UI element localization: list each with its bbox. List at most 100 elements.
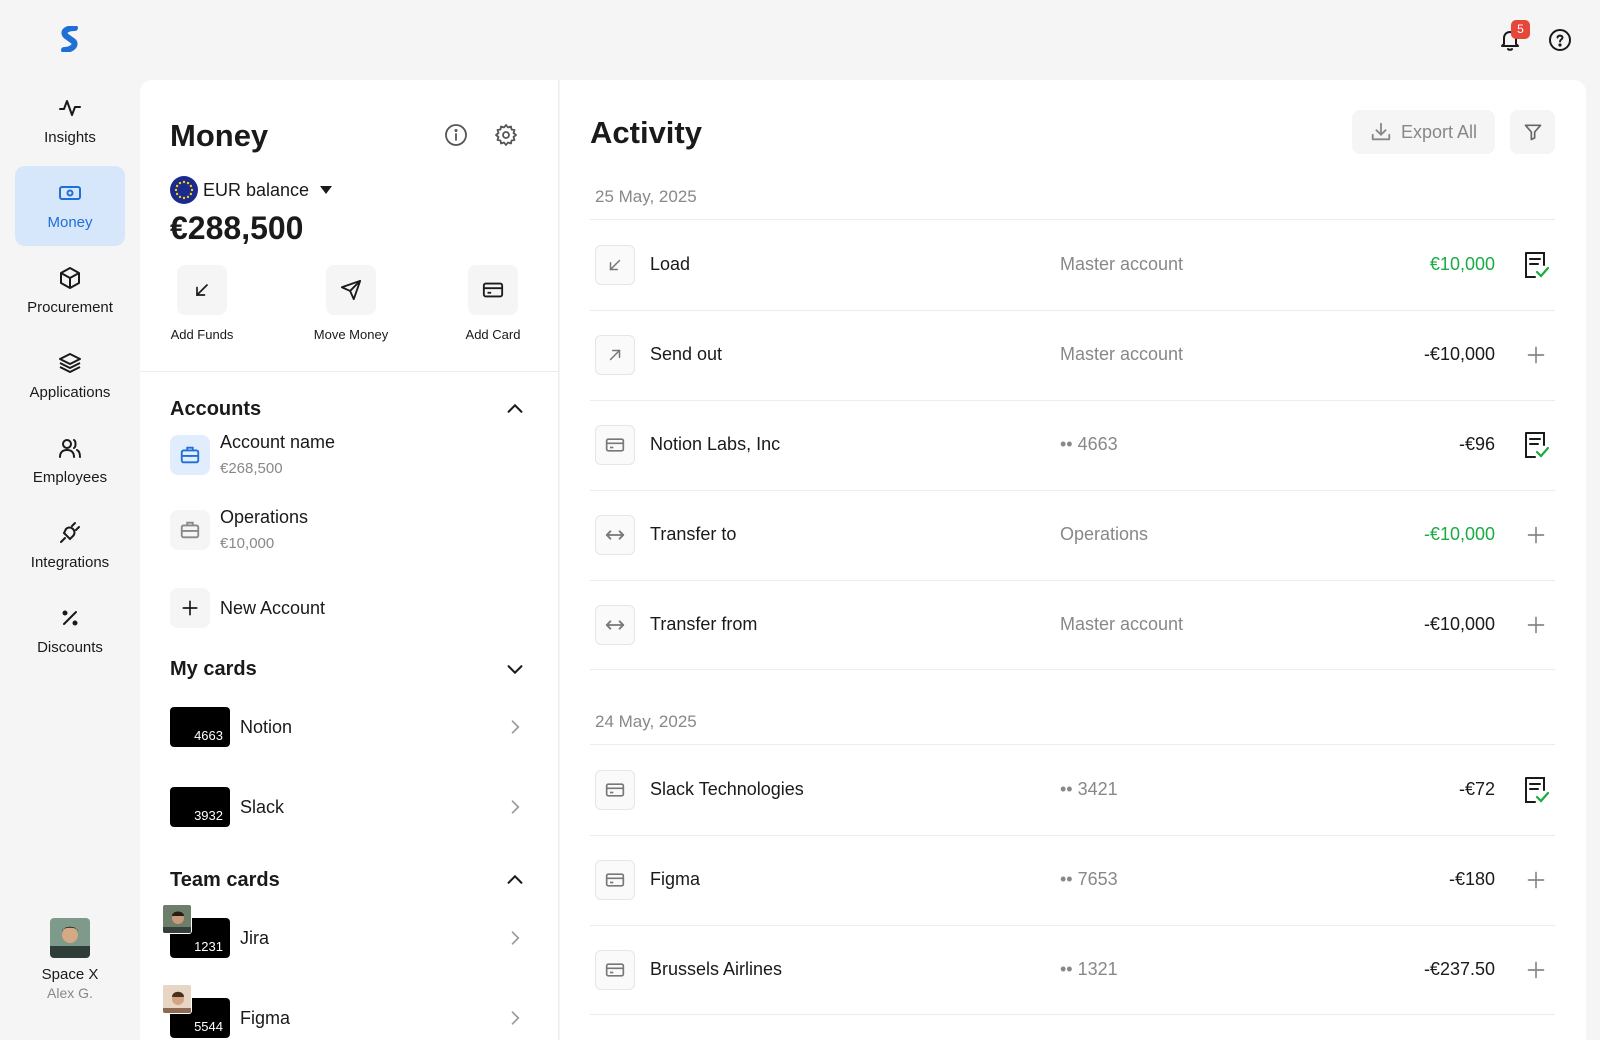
chevron-up-icon[interactable]	[504, 869, 526, 891]
move-money-button[interactable]: Move Money	[306, 265, 396, 342]
plus-icon[interactable]	[1522, 611, 1550, 639]
chevron-right-icon	[511, 1011, 520, 1025]
transaction-row[interactable]: Slack Technologies •• 3421 -€72	[590, 745, 1555, 835]
money-panel: Money EUR balance €288,500 Add Funds Mov…	[140, 80, 559, 1040]
gear-icon[interactable]	[494, 123, 518, 147]
transfer-icon	[605, 530, 625, 540]
tx-name: Load	[650, 254, 691, 274]
card-name: Jira	[240, 927, 270, 948]
chevron-down-icon[interactable]	[504, 658, 526, 680]
account-item[interactable]: Account name €268,500	[170, 432, 335, 477]
sidebar-item-employees[interactable]: Employees	[15, 421, 125, 501]
box-icon	[60, 267, 80, 289]
sidebar-item-label: Applications	[29, 384, 111, 401]
team-card-item-figma[interactable]: 5544 Figma	[162, 984, 525, 1038]
card-name: Figma	[240, 1007, 291, 1028]
chevron-up-icon[interactable]	[504, 398, 526, 420]
card-number: 1231	[194, 939, 223, 954]
transaction-row[interactable]: Figma •• 7653 -€180	[590, 835, 1555, 925]
sidebar-item-label: Discounts	[37, 639, 103, 656]
transaction-row[interactable]: Notion Labs, Inc •• 4663 -€96	[590, 400, 1555, 490]
arrow-down-left-icon	[609, 259, 621, 271]
tx-type-icon-wrap	[595, 950, 635, 990]
avatar	[162, 904, 192, 934]
currency-selector[interactable]: EUR balance	[170, 176, 333, 204]
tx-name: Send out	[650, 344, 723, 364]
tx-type-icon-wrap	[595, 335, 635, 375]
card-thumbnail: 4663	[170, 707, 230, 747]
divider	[140, 371, 558, 372]
tx-amount: -€180	[1448, 869, 1495, 889]
tx-source: •• 3421	[1060, 779, 1118, 799]
card-item-notion[interactable]: 4663 Notion	[170, 707, 525, 747]
chevron-right-icon	[511, 931, 520, 945]
transaction-row[interactable]: Brussels Airlines •• 1321 -€237.50	[590, 925, 1555, 1015]
tx-source: Operations	[1060, 524, 1149, 544]
tx-source: Master account	[1060, 614, 1184, 634]
plus-icon[interactable]	[1522, 341, 1550, 369]
tx-source: Master account	[1060, 344, 1184, 364]
tx-amount: -€96	[1458, 434, 1495, 454]
team-card-item-jira[interactable]: 1231 Jira	[162, 904, 525, 958]
divider	[590, 1014, 1555, 1015]
sidebar-item-discounts[interactable]: Discounts	[15, 591, 125, 671]
app-logo[interactable]	[58, 26, 82, 52]
receipt-check-icon[interactable]	[1522, 251, 1550, 279]
tx-source: •• 4663	[1060, 434, 1118, 454]
export-all-label: Export All	[1400, 121, 1478, 142]
export-all-button[interactable]: Export All	[1352, 110, 1495, 154]
send-icon	[340, 279, 362, 301]
tx-name: Figma	[650, 869, 701, 889]
transfer-icon	[605, 620, 625, 630]
card-name: Slack	[240, 796, 285, 817]
plus-icon[interactable]	[1522, 866, 1550, 894]
card-icon	[605, 783, 625, 797]
tx-type-icon-wrap	[595, 515, 635, 555]
transaction-row[interactable]: Load Master account €10,000	[590, 220, 1555, 310]
new-account-button[interactable]: New Account	[170, 588, 325, 628]
money-icon	[59, 186, 81, 200]
notification-badge: 5	[1511, 20, 1530, 39]
percent-icon	[62, 610, 78, 626]
tx-source: •• 7653	[1060, 869, 1118, 889]
receipt-check-icon[interactable]	[1522, 776, 1550, 804]
tx-type-icon-wrap	[595, 605, 635, 645]
tx-type-icon-wrap	[595, 770, 635, 810]
transaction-row[interactable]: Transfer to Operations -€10,000	[590, 490, 1555, 580]
card-item-slack[interactable]: 3932 Slack	[170, 787, 525, 827]
plus-icon[interactable]	[1522, 521, 1550, 549]
tx-source: Master account	[1060, 254, 1184, 274]
plus-icon[interactable]	[1522, 956, 1550, 984]
sidebar-item-applications[interactable]: Applications	[15, 336, 125, 416]
card-icon	[482, 282, 504, 298]
help-icon[interactable]	[1548, 28, 1572, 52]
account-balance: €268,500	[220, 460, 283, 477]
tx-source: •• 1321	[1060, 959, 1118, 979]
card-thumbnail: 5544	[162, 984, 230, 1038]
account-item[interactable]: Operations €10,000	[170, 507, 308, 552]
receipt-check-icon[interactable]	[1522, 431, 1550, 459]
info-icon[interactable]	[444, 123, 468, 147]
plus-icon	[182, 600, 198, 616]
sidebar-item-procurement[interactable]: Procurement	[15, 251, 125, 331]
sidebar-item-label: Money	[47, 214, 93, 231]
sidebar-item-money[interactable]: Money	[15, 166, 125, 246]
transaction-row[interactable]: Send out Master account -€10,000	[590, 310, 1555, 400]
date-header: 24 May, 2025	[595, 712, 697, 731]
caret-down-icon	[320, 186, 333, 194]
sidebar-item-insights[interactable]: Insights	[15, 81, 125, 161]
briefcase-icon	[180, 446, 200, 463]
account-name: Operations	[220, 507, 309, 527]
filter-button[interactable]	[1510, 110, 1555, 154]
user-profile[interactable]: Space X Alex G.	[15, 918, 125, 1001]
add-funds-button[interactable]: Add Funds	[157, 265, 247, 342]
plug-icon	[60, 522, 80, 543]
tx-amount: -€72	[1458, 779, 1495, 799]
sidebar-item-label: Integrations	[30, 554, 110, 571]
layers-icon	[59, 353, 81, 373]
sidebar-item-label: Insights	[44, 129, 96, 146]
add-card-button[interactable]: Add Card	[448, 265, 538, 342]
tx-type-icon-wrap	[595, 425, 635, 465]
transaction-row[interactable]: Transfer from Master account -€10,000	[590, 580, 1555, 670]
sidebar-item-integrations[interactable]: Integrations	[15, 506, 125, 586]
